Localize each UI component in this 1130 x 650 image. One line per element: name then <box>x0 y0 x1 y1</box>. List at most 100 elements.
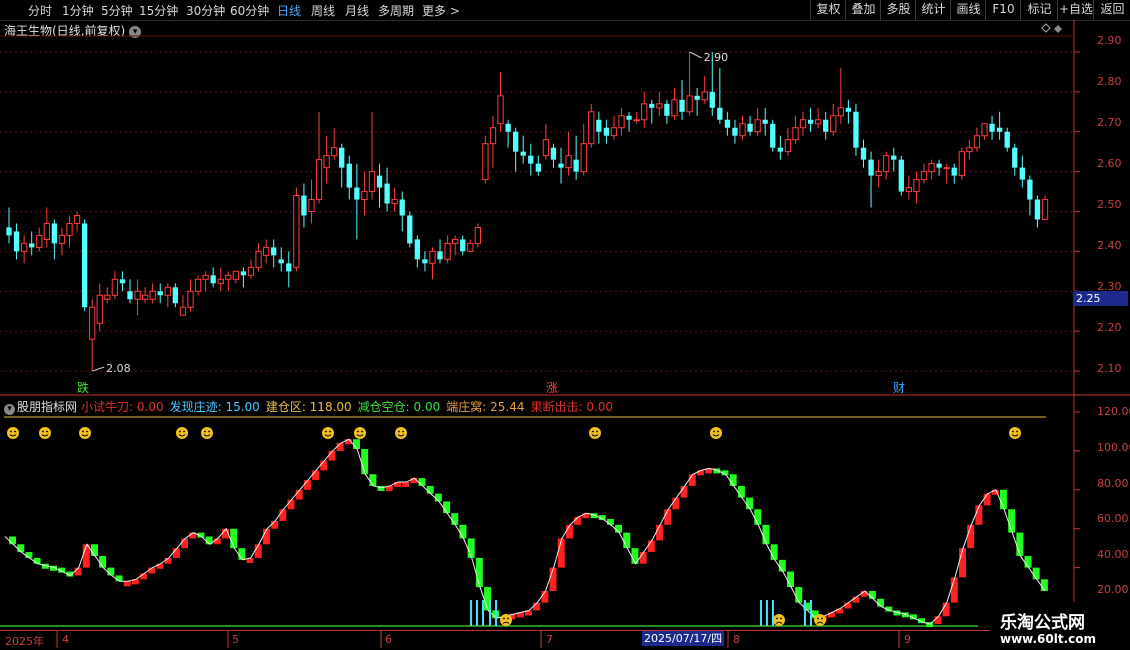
watermark-url: www.60lt.com <box>1000 632 1097 646</box>
indicator-bar <box>262 528 270 545</box>
indicator-bar <box>557 538 565 568</box>
candle-body <box>429 250 436 264</box>
indicator-name[interactable]: 股朋指标网 <box>17 400 77 414</box>
candle-body <box>679 99 685 112</box>
candle-body <box>240 271 247 276</box>
smiley-eye <box>208 430 210 433</box>
candle-body <box>754 119 761 133</box>
candle-body <box>210 275 216 284</box>
candle-body <box>694 95 700 100</box>
smiley-eye <box>325 430 327 433</box>
candle-body <box>799 119 807 129</box>
candle-body <box>164 286 171 296</box>
indicator-bar <box>541 590 549 603</box>
candle-body <box>951 167 957 176</box>
candle-body <box>845 107 852 112</box>
indicator-bar <box>1008 509 1016 533</box>
candle-body <box>1004 131 1010 148</box>
smiley-eye <box>329 430 331 433</box>
price-tick-label: 2.50 <box>1097 198 1122 211</box>
price-tick-label: 2.40 <box>1097 239 1122 252</box>
candle-body <box>550 147 557 160</box>
marker-die: 跌 <box>77 380 89 395</box>
candle-body <box>883 155 890 173</box>
candle-body <box>580 143 587 173</box>
candle-body <box>739 123 746 137</box>
candle-body <box>414 239 420 260</box>
smiley-icon <box>395 427 407 439</box>
candle-body <box>807 119 814 124</box>
candle-body <box>368 171 376 193</box>
date-axis <box>0 630 1074 649</box>
smiley-icon <box>589 427 601 439</box>
candle-body <box>134 290 141 300</box>
candle-body <box>837 107 844 117</box>
indicator-bar <box>99 555 107 568</box>
indicator-header: ▾ 股朋指标网 小试牛刀: 0.00 发现庄迹: 15.00 建仓区: 118.00 减仓… <box>4 398 625 415</box>
smiley-eye <box>42 430 44 433</box>
price-tick-label: 2.90 <box>1097 34 1122 47</box>
kline-chart[interactable]: 2.90 2.08 跌 涨 财 <box>0 0 1130 650</box>
candle-body <box>36 234 43 248</box>
candle-body <box>966 147 973 153</box>
candle-body <box>315 159 323 201</box>
candle-body <box>323 155 330 169</box>
indicator-tick-label: 60.00 <box>1097 512 1129 525</box>
candle-body <box>936 163 942 168</box>
candle-body <box>111 278 119 296</box>
indicator-line <box>4 438 1046 625</box>
smiley-eye <box>1016 430 1018 433</box>
date-label: 6 <box>385 633 392 646</box>
candle-body <box>331 147 338 157</box>
indicator-bar <box>467 538 475 558</box>
sad-face-icon <box>500 614 512 626</box>
expand-icon <box>1054 25 1062 33</box>
date-label: 5 <box>232 633 239 646</box>
candle-body <box>73 214 81 224</box>
indicator-bar <box>967 524 975 549</box>
candle-body <box>656 103 663 109</box>
candle-body <box>717 107 723 120</box>
candle-body <box>391 199 398 205</box>
indicator-value-3: 减仓空仓: 0.00 <box>357 400 441 414</box>
smiley-eye <box>1012 430 1014 433</box>
watermark-title: 乐淘公式网 <box>1000 613 1085 633</box>
date-crosshair-label: 2025/07/17/四 <box>642 631 725 646</box>
smiley-icon <box>1009 427 1021 439</box>
candle-body <box>255 250 262 268</box>
candle-body <box>467 242 474 252</box>
smiley-eye <box>713 430 715 433</box>
candle-body <box>96 294 103 324</box>
candle-body <box>505 123 511 132</box>
indicator-bar <box>279 509 287 521</box>
sad-face-icon <box>814 614 826 626</box>
candle-body <box>58 234 66 244</box>
smiley-eye <box>402 430 404 433</box>
indicator-value-5: 果断出击: 0.00 <box>530 400 614 414</box>
indicator-bar <box>647 540 655 553</box>
candle-body <box>823 119 829 132</box>
indicator-bar <box>443 501 451 514</box>
low-pointer <box>92 366 105 372</box>
indicator-value-4: 端庄窝: 25.44 <box>446 400 525 414</box>
date-label: 9 <box>904 633 911 646</box>
smiley-icon <box>39 427 51 439</box>
candle-body <box>928 163 935 173</box>
candle-body <box>346 163 352 188</box>
smiley-eye <box>717 430 719 433</box>
indicator-bar <box>975 505 983 525</box>
candle-body <box>202 274 209 280</box>
marker-cai: 财 <box>893 381 905 395</box>
candle-body <box>535 163 541 172</box>
indicator-bar <box>402 482 410 488</box>
smiley-icon <box>176 427 188 439</box>
indicator-tick-label: 100.00 <box>1097 441 1130 454</box>
collapse-icon[interactable]: ▾ <box>4 404 15 415</box>
smiley-eye <box>780 617 782 620</box>
indicator-bar <box>459 524 467 539</box>
candle-body <box>399 199 405 216</box>
indicator-bar <box>942 602 950 617</box>
candle-body <box>860 147 867 160</box>
candle-body <box>422 259 428 264</box>
candle-body <box>777 147 783 152</box>
